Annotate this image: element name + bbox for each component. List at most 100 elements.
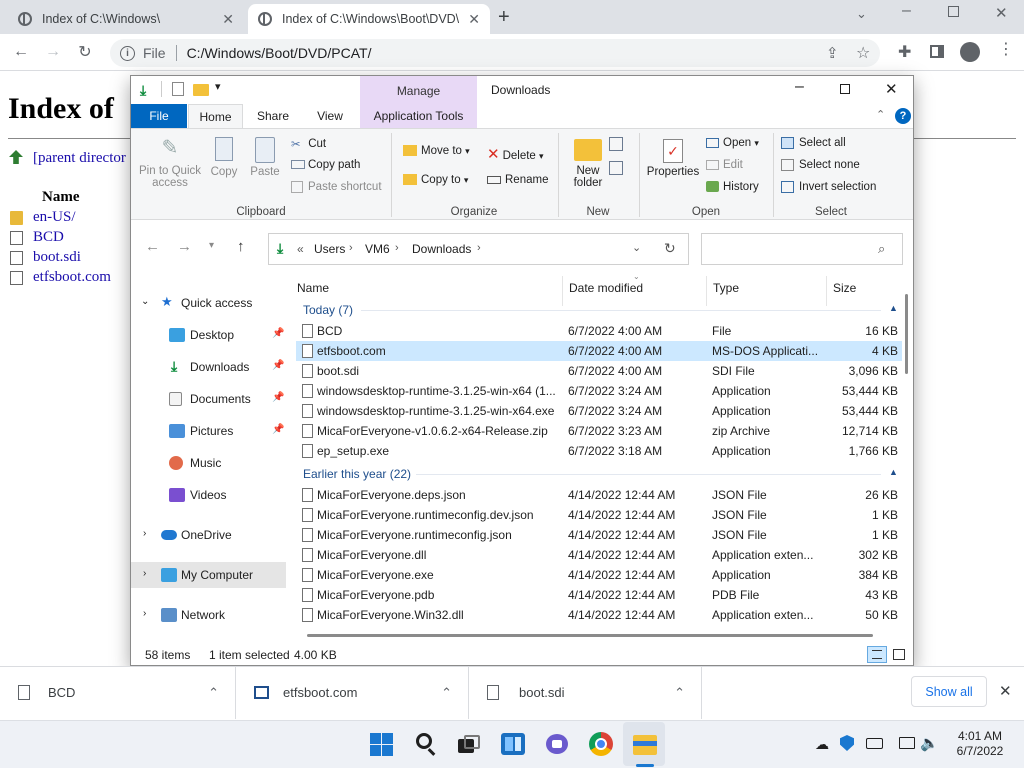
history-button[interactable]: History [706,181,759,193]
side-panel-icon[interactable] [930,45,944,58]
breadcrumb-vm6[interactable]: VM6 [365,242,390,256]
chat-icon[interactable] [543,730,571,758]
nav-pictures[interactable]: Pictures 📌 [131,418,286,444]
parent-directory-link[interactable]: [parent director [33,150,126,167]
clock[interactable]: 4:01 AM 6/7/2022 [948,729,1012,759]
properties-button[interactable]: ✓ Properties [645,131,701,178]
dir-item-etfsboot[interactable]: etfsboot.com [33,269,111,286]
select-none-button[interactable]: Select none [781,159,860,171]
nav-quick-access[interactable]: ⌄ ★ Quick access [131,290,286,316]
restore-button[interactable] [948,6,959,17]
file-explorer-icon[interactable] [631,730,659,758]
nav-desktop[interactable]: Desktop 📌 [131,322,286,348]
new-folder-button[interactable]: New folder [565,131,611,189]
task-view-icon[interactable] [455,730,483,758]
download-menu-chevron-icon[interactable]: ⌃ [674,685,685,701]
nav-documents[interactable]: Documents 📌 [131,386,286,412]
cloud-offline-icon[interactable]: ☁ [815,736,829,753]
select-all-button[interactable]: Select all [781,137,846,149]
bookmark-star-icon[interactable]: ☆ [856,43,870,63]
widgets-icon[interactable] [499,730,527,758]
file-row[interactable]: ep_setup.exe 6/7/2022 3:18 AM Application 1… [296,441,902,461]
details-view-button[interactable] [867,646,887,663]
info-icon[interactable]: i [120,45,135,61]
forward-arrow-icon[interactable]: → [40,39,66,65]
cut-button[interactable]: ✂ Cut [291,137,326,151]
file-row[interactable]: MicaForEveryone.runtimeconfig.json 4/14/2… [296,525,902,545]
nav-downloads[interactable]: ⤓ Downloads 📌 [131,354,286,380]
column-name[interactable]: Name [297,281,329,295]
back-arrow-icon[interactable]: ← [8,39,34,65]
close-tab-icon[interactable]: ✕ [222,11,234,28]
paste-shortcut-button[interactable]: Paste shortcut [291,181,382,193]
horizontal-scroll-thumb[interactable] [307,634,873,637]
group-header-earlier[interactable]: Earlier this year (22) [303,467,411,481]
open-button[interactable]: Open ▾ [706,137,759,149]
download-item-etfsboot[interactable]: etfsboot.com ⌃ [236,666,469,719]
nav-videos[interactable]: Videos [131,482,286,508]
group-collapse-icon[interactable]: ▲ [889,467,898,477]
rename-button[interactable]: Rename [487,174,548,186]
file-row[interactable]: MicaForEveryone.Win32.dll 4/14/2022 12:44… [296,605,902,625]
qat-dropdown-icon[interactable]: ▾ [215,80,221,93]
explorer-maximize-button[interactable] [840,84,850,94]
file-row[interactable]: MicaForEveryone.dll 4/14/2022 12:44 AM App… [296,545,902,565]
file-row[interactable]: boot.sdi 6/7/2022 4:00 AM SDI File 3,096 KB [296,361,902,381]
search-icon[interactable] [412,730,440,758]
copy-button[interactable]: Copy [207,131,241,178]
back-arrow-icon[interactable]: ← [145,238,160,255]
invert-selection-button[interactable]: Invert selection [781,181,876,193]
extensions-puzzle-icon[interactable]: ✚ [898,42,911,62]
nav-network[interactable]: › Network [131,602,286,628]
tab-search-chevron-icon[interactable]: ⌄ [856,6,867,22]
dir-item-en-us[interactable]: en-US/ [33,209,76,226]
delete-button[interactable]: ✕ Delete ▾ [487,145,544,163]
help-icon[interactable]: ? [895,108,911,124]
dir-item-bcd[interactable]: BCD [33,229,64,246]
share-icon[interactable]: ⇪ [826,44,839,62]
download-arrow-icon[interactable]: ⤓ [140,82,146,99]
download-menu-chevron-icon[interactable]: ⌃ [208,685,219,701]
address-url[interactable]: C:/Windows/Boot/DVD/PCAT/ [187,45,372,61]
file-row[interactable]: BCD 6/7/2022 4:00 AM File 16 KB [296,321,902,341]
collapse-ribbon-chevron-icon[interactable]: ⌃ [876,108,885,121]
refresh-icon[interactable]: ↻ [664,240,676,257]
show-all-button[interactable]: Show all [911,676,987,707]
tab-file[interactable]: File [131,104,187,128]
address-bar[interactable]: i File C:/Windows/Boot/DVD/PCAT/ ⇪ ☆ [110,39,880,67]
file-row[interactable]: MicaForEveryone.runtimeconfig.dev.json 4/… [296,505,902,525]
display-network-icon[interactable] [899,737,915,749]
recent-locations-chevron-icon[interactable]: ▾ [209,240,214,251]
close-downloads-bar-icon[interactable]: ✕ [999,682,1012,700]
search-downloads-input[interactable]: ⌕ [701,233,903,265]
pin-to-quick-access-button[interactable]: ✎ Pin to Quick access [139,131,201,189]
new-item-icon[interactable] [609,137,623,151]
up-arrow-icon[interactable]: ↑ [237,238,245,255]
group-header-today[interactable]: Today (7) [303,303,353,317]
large-icons-view-button[interactable] [893,649,905,660]
explorer-close-button[interactable]: ✕ [885,80,898,98]
explorer-minimize-button[interactable]: – [795,78,804,96]
keyboard-icon[interactable] [866,738,883,749]
address-history-chevron-icon[interactable]: ⌄ [632,241,641,254]
menu-kebab-icon[interactable]: ⋮ [998,42,1014,58]
chrome-icon[interactable] [587,730,615,758]
file-row[interactable]: windowsdesktop-runtime-3.1.25-win-x64.ex… [296,401,902,421]
column-size[interactable]: Size [833,281,856,295]
tab-home[interactable]: Home [188,104,243,129]
tab-application-tools[interactable]: Application Tools [360,104,477,128]
easy-access-icon[interactable] [609,161,623,175]
copy-path-button[interactable]: Copy path [291,159,360,171]
nav-music[interactable]: Music [131,450,286,476]
breadcrumb-overflow[interactable]: « [297,242,304,256]
download-menu-chevron-icon[interactable]: ⌃ [441,685,452,701]
edit-button[interactable]: Edit [706,159,743,171]
file-row[interactable]: MicaForEveryone.pdb 4/14/2022 12:44 AM PDB… [296,585,902,605]
vertical-scrollbar[interactable] [903,276,911,628]
close-window-button[interactable]: ✕ [995,4,1008,22]
tab-view[interactable]: View [305,104,355,128]
nav-my-computer[interactable]: › My Computer [131,562,286,588]
new-tab-button[interactable]: + [498,6,510,29]
download-item-boot-sdi[interactable]: boot.sdi ⌃ [469,666,702,719]
start-windows-icon[interactable] [368,730,396,758]
